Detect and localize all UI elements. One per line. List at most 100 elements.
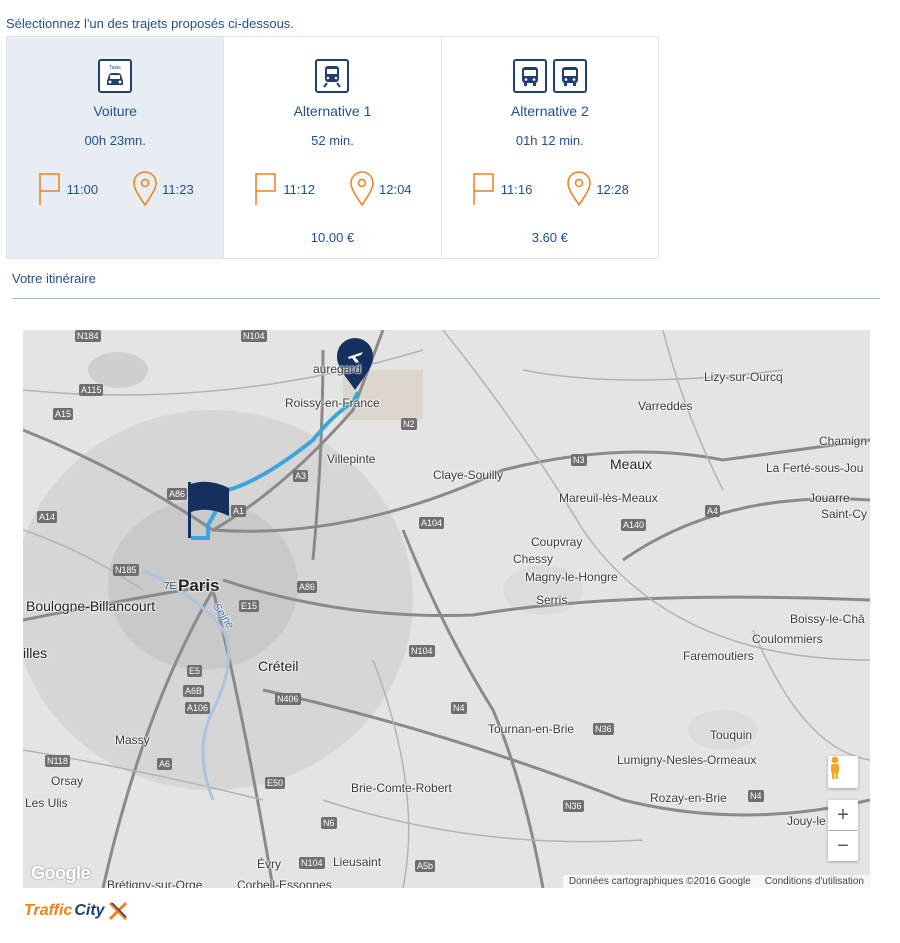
map-label: Les Ulis [25,796,68,810]
bus-icon [552,59,587,93]
route-option-voiture[interactable]: Taxis Voiture 00h 23mn. 11:00 11:23 [7,37,225,258]
map-label: Orsay [51,774,84,788]
brand-x-icon [108,901,127,921]
road-label: N3 [571,454,587,466]
road-label: E5 [187,665,203,677]
road-label: A140 [621,519,647,531]
departure-time: 11:12 [283,181,315,197]
zoom-in-button[interactable]: + [828,800,858,830]
map-label: Touquin [710,728,753,742]
departure-flag-icon [473,173,494,205]
zoom-out-button[interactable]: − [828,831,858,861]
map-label: Meaux [610,456,653,472]
map-label: Lizy-sur-Ourcq [704,370,783,384]
road-label: A14 [37,511,58,523]
route-options: Taxis Voiture 00h 23mn. 11:00 11:23 Alte… [6,36,659,259]
road-label: N118 [45,755,70,767]
map-label: Mareuil-lès-Meaux [559,491,658,505]
road-label: A5b [415,860,436,872]
google-logo: Google [31,863,91,883]
road-label: A86 [297,581,318,593]
taxi-icon: Taxis [98,59,133,93]
road-label: E50 [265,777,286,789]
map-label: Rozay-en-Brie [650,791,727,805]
road-label: N104 [299,857,325,869]
map-label: Évry [257,857,281,871]
map-label: Brétigny-sur-Orge [107,878,203,888]
map-label: Lumigny-Nesles-Ormeaux [617,753,757,767]
route-option-alternative-1[interactable]: Alternative 1 52 min. 11:12 12:04 10.00 … [224,37,442,258]
map-label: Roissy-en-France [285,396,380,410]
route-option-alternative-2[interactable]: Alternative 2 01h 12 min. 11:16 12:28 3.… [441,37,658,258]
map-label: Villepinte [327,452,376,466]
arrival-pin-icon [567,171,592,207]
road-label: A4 [705,505,721,517]
map-label: Boissy-le-Châ [790,612,865,626]
map-label: Jouarre [809,491,850,505]
route-option-label: Alternative 1 [293,103,372,119]
road-label: A3 [293,470,309,482]
trafficcity-logo: Traffic City [24,900,129,922]
road-label: N406 [275,693,301,705]
road-label: N4 [451,702,467,714]
map-attribution: Données cartographiques ©2016 Google Con… [562,875,870,888]
road-label: N6 [321,817,337,829]
map-label: Paris [178,576,220,595]
road-label: E15 [239,600,260,612]
arrival-time: 12:04 [379,181,412,197]
map-label: Tournan-en-Brie [488,722,575,736]
map-label: 7E [164,581,177,592]
road-label: N104 [241,330,267,342]
road-label: N36 [593,723,614,735]
map-label: Saint-Cy [821,507,868,521]
departure-time: 11:16 [500,181,533,197]
road-label: N4 [748,790,764,802]
map-data-credit: Données cartographiques ©2016 Google [568,876,751,887]
terms-link[interactable]: Conditions d'utilisation [765,876,864,887]
route-map[interactable]: auregard Roissy-en-France Villepinte Cla… [23,330,870,888]
map-label: Lieusaint [333,855,382,869]
route-price: 10.00 € [310,230,355,245]
map-label: Serris [536,593,568,607]
arrival-pin-icon [133,171,157,207]
road-label: N36 [563,800,584,812]
instruction-text: Sélectionnez l'un des trajets proposés c… [6,16,294,31]
itinerary-heading: Votre itinéraire [12,271,96,286]
departure-time: 11:00 [66,181,99,197]
train-icon [315,59,350,93]
map-label: Massy [115,733,150,747]
taxi-sign-text: Taxis [109,65,121,71]
map-label: Créteil [258,658,299,674]
map-label: Boulogne-Billancourt [26,598,156,614]
route-price: 3.60 € [531,230,568,245]
brand-part2: City [74,902,105,919]
arrival-time: 11:23 [162,181,194,197]
map-label: Corbeil-Essonnes [237,878,332,888]
map-label: Magny-le-Hongre [525,570,618,584]
street-view-pegman-icon[interactable] [828,756,858,788]
map-label: Chessy [513,552,554,566]
route-option-label: Alternative 2 [510,103,589,119]
arrival-time: 12:28 [596,181,629,197]
map-label: La Ferté-sous-Jou [766,461,864,475]
map-label: Chamign [819,434,868,448]
road-label: A1 [231,505,247,517]
road-label: N2 [401,418,417,430]
map-label: Faremoutiers [683,649,754,663]
road-label: N185 [113,564,139,576]
road-label: A104 [419,517,445,529]
road-label: A106 [185,702,211,714]
road-label: N104 [409,645,435,657]
arrival-pin-icon [350,171,374,207]
road-label: A15 [53,408,74,420]
road-label: A115 [79,384,104,396]
map-label: auregard [313,362,362,376]
map-label: Claye-Souilly [433,468,504,482]
map-label: Coulommiers [752,632,823,646]
road-label: A6B [183,685,205,697]
map-label: illes [23,645,48,661]
departure-flag-icon [38,173,60,205]
bus-icon [512,59,547,93]
route-duration: 52 min. [311,133,354,148]
map-label: Jouy-le [787,814,826,828]
